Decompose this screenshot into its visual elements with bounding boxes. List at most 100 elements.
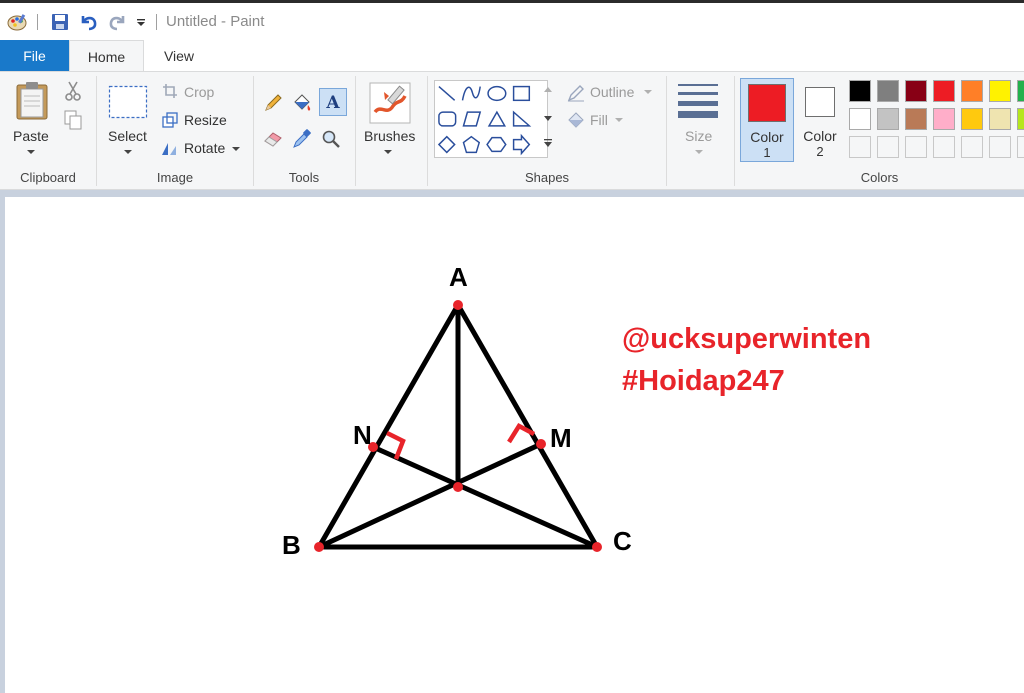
color1-swatch xyxy=(748,84,786,122)
shapes-scroll-up-icon[interactable] xyxy=(542,84,554,94)
segment-bm xyxy=(316,441,544,550)
paste-label[interactable]: Paste xyxy=(13,128,49,144)
color2-button[interactable]: Color 2 xyxy=(797,78,843,162)
point-a xyxy=(453,300,463,310)
size-icon[interactable] xyxy=(676,82,720,118)
color2-swatch xyxy=(805,87,835,117)
shapes-expand-icon[interactable] xyxy=(542,136,554,150)
ribbon-tabs: File Home View xyxy=(0,40,1024,72)
label-c: C xyxy=(613,526,632,556)
svg-text:A: A xyxy=(325,93,340,112)
brushes-group: Brushes xyxy=(356,72,426,189)
colors-group: Color 1 Color 2 Colors xyxy=(735,72,1024,189)
point-h xyxy=(453,482,463,492)
customize-quick-access-icon[interactable] xyxy=(134,12,148,32)
crop-label[interactable]: Crop xyxy=(184,84,214,100)
window-title: Untitled - Paint xyxy=(166,13,265,30)
undo-icon[interactable] xyxy=(78,12,100,32)
text-tool-icon[interactable]: A xyxy=(319,88,347,116)
label-a: A xyxy=(449,262,468,292)
palette-swatch[interactable] xyxy=(933,108,955,130)
size-dropdown-arrow[interactable] xyxy=(695,150,703,154)
palette-swatch[interactable] xyxy=(961,80,983,102)
shapes-scroll-down-icon[interactable] xyxy=(542,114,554,124)
label-m: M xyxy=(550,423,572,453)
color-palette xyxy=(849,80,1024,166)
outline-icon[interactable] xyxy=(566,83,586,103)
tools-group-label: Tools xyxy=(288,170,320,185)
shapes-gallery[interactable] xyxy=(434,80,548,158)
palette-swatch[interactable] xyxy=(849,108,871,130)
palette-custom-slot[interactable] xyxy=(989,136,1011,158)
palette-swatch[interactable] xyxy=(905,108,927,130)
palette-custom-slot[interactable] xyxy=(877,136,899,158)
brushes-dropdown-arrow[interactable] xyxy=(384,150,392,154)
palette-custom-slot[interactable] xyxy=(1017,136,1024,158)
tab-file[interactable]: File xyxy=(0,40,69,71)
drawing-canvas[interactable]: A B C M N @ucksuperwinten #Hoidap247 xyxy=(5,197,1024,693)
color2-label: Color xyxy=(803,128,837,144)
paint-window: Untitled - Paint File Home View Paste Cl… xyxy=(0,0,1024,693)
paste-icon[interactable] xyxy=(14,80,50,120)
label-n: N xyxy=(353,420,372,450)
magnifier-icon[interactable] xyxy=(320,128,342,150)
pencil-icon[interactable] xyxy=(262,92,284,114)
copy-icon[interactable] xyxy=(63,109,83,131)
palette-swatch[interactable] xyxy=(849,80,871,102)
redo-icon[interactable] xyxy=(106,12,128,32)
colors-group-label: Colors xyxy=(860,170,899,185)
palette-swatch[interactable] xyxy=(961,108,983,130)
size-label[interactable]: Size xyxy=(685,128,712,144)
shapes-group: Outline Fill Shapes xyxy=(428,72,666,189)
resize-label[interactable]: Resize xyxy=(184,112,227,128)
color2-number: 2 xyxy=(816,144,824,159)
canvas-workspace: A B C M N @ucksuperwinten #Hoidap247 xyxy=(0,190,1024,693)
palette-swatch[interactable] xyxy=(877,108,899,130)
palette-custom-slot[interactable] xyxy=(905,136,927,158)
label-b: B xyxy=(282,530,301,560)
cut-icon[interactable] xyxy=(64,80,82,102)
rotate-label[interactable]: Rotate xyxy=(184,140,225,156)
palette-swatch[interactable] xyxy=(905,80,927,102)
brushes-label[interactable]: Brushes xyxy=(364,128,415,144)
palette-swatch[interactable] xyxy=(1017,80,1024,102)
color-picker-icon[interactable] xyxy=(291,128,313,150)
clipboard-group-label: Clipboard xyxy=(20,170,76,185)
brushes-icon[interactable] xyxy=(369,82,411,124)
palette-custom-slot[interactable] xyxy=(933,136,955,158)
fill-label[interactable]: Fill xyxy=(590,112,608,128)
crop-icon[interactable] xyxy=(161,82,179,100)
color1-button[interactable]: Color 1 xyxy=(740,78,794,162)
paint-app-icon[interactable] xyxy=(6,12,28,32)
resize-icon[interactable] xyxy=(161,111,179,129)
palette-swatch[interactable] xyxy=(989,108,1011,130)
select-label[interactable]: Select xyxy=(108,128,147,144)
outline-label[interactable]: Outline xyxy=(590,84,634,100)
triangle-drawing xyxy=(314,300,602,552)
quick-access-separator xyxy=(37,14,38,30)
outline-dropdown-arrow[interactable] xyxy=(644,90,652,94)
palette-custom-slot[interactable] xyxy=(961,136,983,158)
side-ab xyxy=(316,302,461,550)
rotate-dropdown-arrow[interactable] xyxy=(232,147,240,151)
select-dropdown-arrow[interactable] xyxy=(124,150,132,154)
palette-custom-slot[interactable] xyxy=(849,136,871,158)
quick-access-separator xyxy=(156,14,157,30)
fill-bucket-icon[interactable] xyxy=(291,92,313,114)
tab-view[interactable]: View xyxy=(144,40,214,71)
tab-home[interactable]: Home xyxy=(69,40,144,72)
paste-dropdown-arrow[interactable] xyxy=(27,150,35,154)
fill-icon[interactable] xyxy=(566,110,586,130)
select-icon[interactable] xyxy=(108,85,148,119)
palette-swatch[interactable] xyxy=(933,80,955,102)
color1-label: Color xyxy=(750,129,784,145)
palette-swatch[interactable] xyxy=(877,80,899,102)
eraser-icon[interactable] xyxy=(262,128,284,150)
side-ac xyxy=(455,302,600,550)
palette-swatch[interactable] xyxy=(1017,108,1024,130)
watermark-hashtag: #Hoidap247 xyxy=(622,365,785,397)
fill-dropdown-arrow[interactable] xyxy=(615,118,623,122)
rotate-icon[interactable] xyxy=(161,139,179,157)
save-icon[interactable] xyxy=(50,12,70,32)
palette-swatch[interactable] xyxy=(989,80,1011,102)
